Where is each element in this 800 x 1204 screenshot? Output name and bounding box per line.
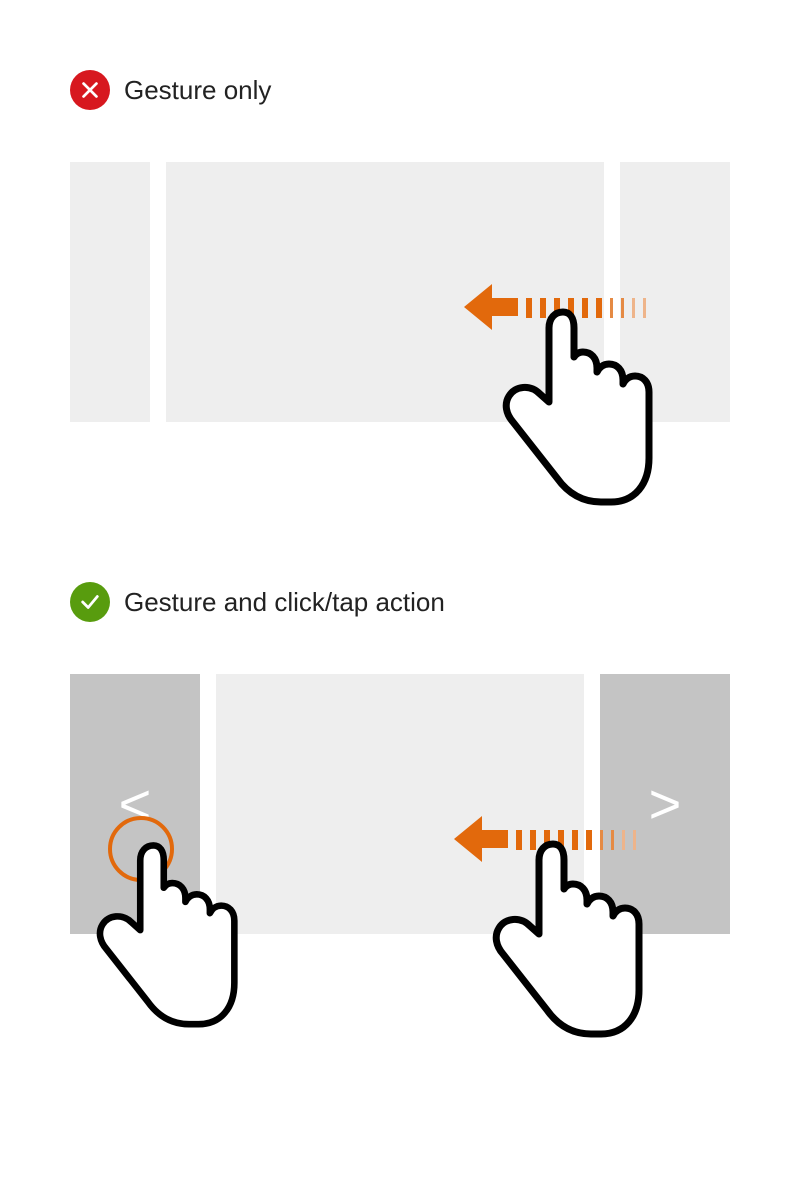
example-label: Gesture and click/tap action bbox=[124, 587, 445, 618]
example-do: Gesture and click/tap action < > bbox=[70, 582, 730, 934]
chevron-right-icon: > bbox=[649, 776, 682, 832]
carousel-with-nav: < > bbox=[70, 674, 730, 934]
label-row: Gesture only bbox=[70, 70, 730, 110]
label-row: Gesture and click/tap action bbox=[70, 582, 730, 622]
carousel-slide bbox=[70, 162, 150, 422]
check-icon bbox=[70, 582, 110, 622]
carousel-gesture-only bbox=[70, 162, 730, 422]
example-label: Gesture only bbox=[124, 75, 271, 106]
example-dont: Gesture only bbox=[70, 70, 730, 422]
pointer-hand-icon bbox=[485, 302, 655, 522]
pointer-hand-icon bbox=[475, 834, 645, 1054]
cross-icon bbox=[70, 70, 110, 110]
pointer-hand-icon bbox=[80, 836, 240, 1043]
